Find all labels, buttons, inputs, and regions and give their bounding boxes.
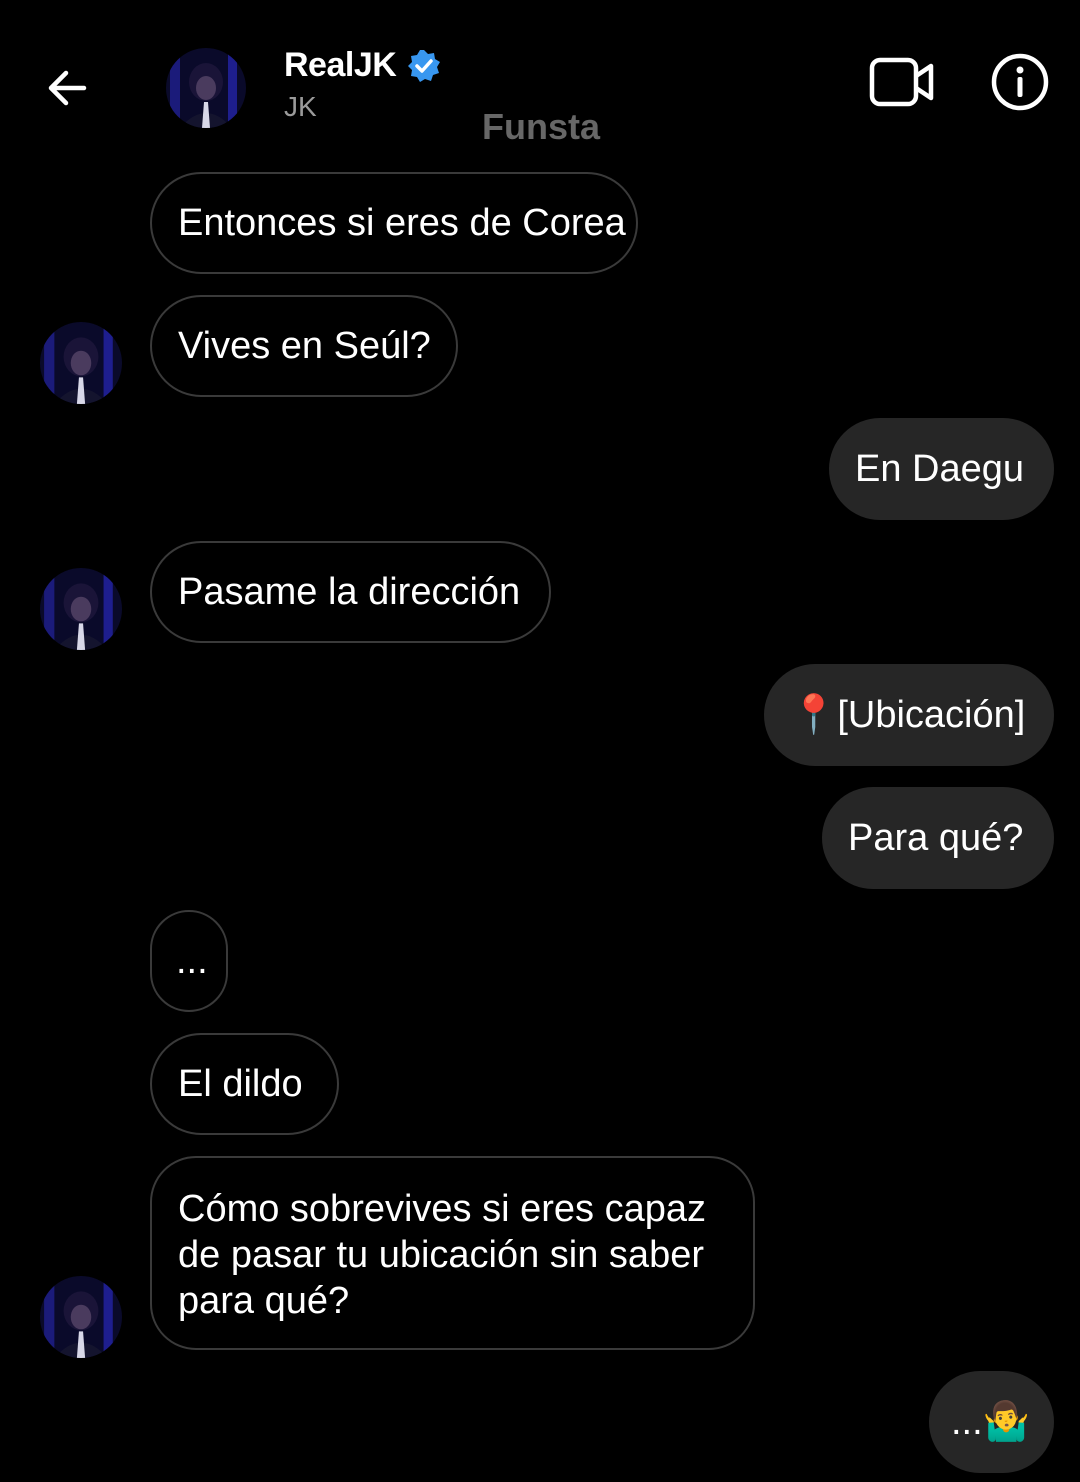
message-text: ...🤷‍♂️ (951, 1401, 1030, 1443)
message-text: Vives en Seúl? (178, 325, 431, 367)
message-text: Pasame la dirección (178, 571, 521, 613)
message-text: Para qué? (848, 817, 1024, 859)
video-camera-icon (869, 57, 934, 107)
message-incoming[interactable]: Entonces si eres de Corea (150, 172, 638, 274)
message-text: ... (176, 940, 208, 982)
contact-name[interactable]: RealJK (284, 46, 397, 85)
message-text: En Daegu (855, 448, 1025, 490)
message-text: Cómo sobrevives si eres capaz de pasar t… (178, 1188, 706, 1322)
contact-avatar[interactable] (166, 48, 246, 128)
message-outgoing[interactable]: En Daegu (829, 418, 1054, 520)
contact-username: JK (284, 91, 317, 122)
message-text: El dildo (178, 1063, 303, 1105)
message-incoming[interactable]: Cómo sobrevives si eres capaz de pasar t… (150, 1156, 755, 1350)
sender-avatar[interactable] (40, 568, 122, 650)
message-outgoing[interactable]: 📍[Ubicación] (764, 664, 1054, 766)
message-text: Entonces si eres de Corea (178, 202, 626, 244)
message-incoming[interactable]: Pasame la dirección (150, 541, 551, 643)
info-icon (991, 53, 1049, 111)
info-button[interactable] (988, 50, 1052, 114)
watermark: Funsta (482, 106, 601, 147)
message-incoming[interactable]: El dildo (150, 1033, 339, 1135)
back-arrow-icon (48, 70, 87, 106)
sender-avatar[interactable] (40, 1276, 122, 1358)
back-button[interactable] (36, 58, 96, 118)
message-text: 📍[Ubicación] (790, 694, 1026, 736)
sender-avatar[interactable] (40, 322, 122, 404)
message-incoming[interactable]: ... (150, 910, 228, 1012)
verified-badge-icon (408, 49, 441, 82)
message-incoming[interactable]: Vives en Seúl? (150, 295, 458, 397)
message-outgoing[interactable]: ...🤷‍♂️ (929, 1371, 1054, 1473)
video-call-button[interactable] (866, 52, 938, 112)
message-outgoing[interactable]: Para qué? (822, 787, 1054, 889)
